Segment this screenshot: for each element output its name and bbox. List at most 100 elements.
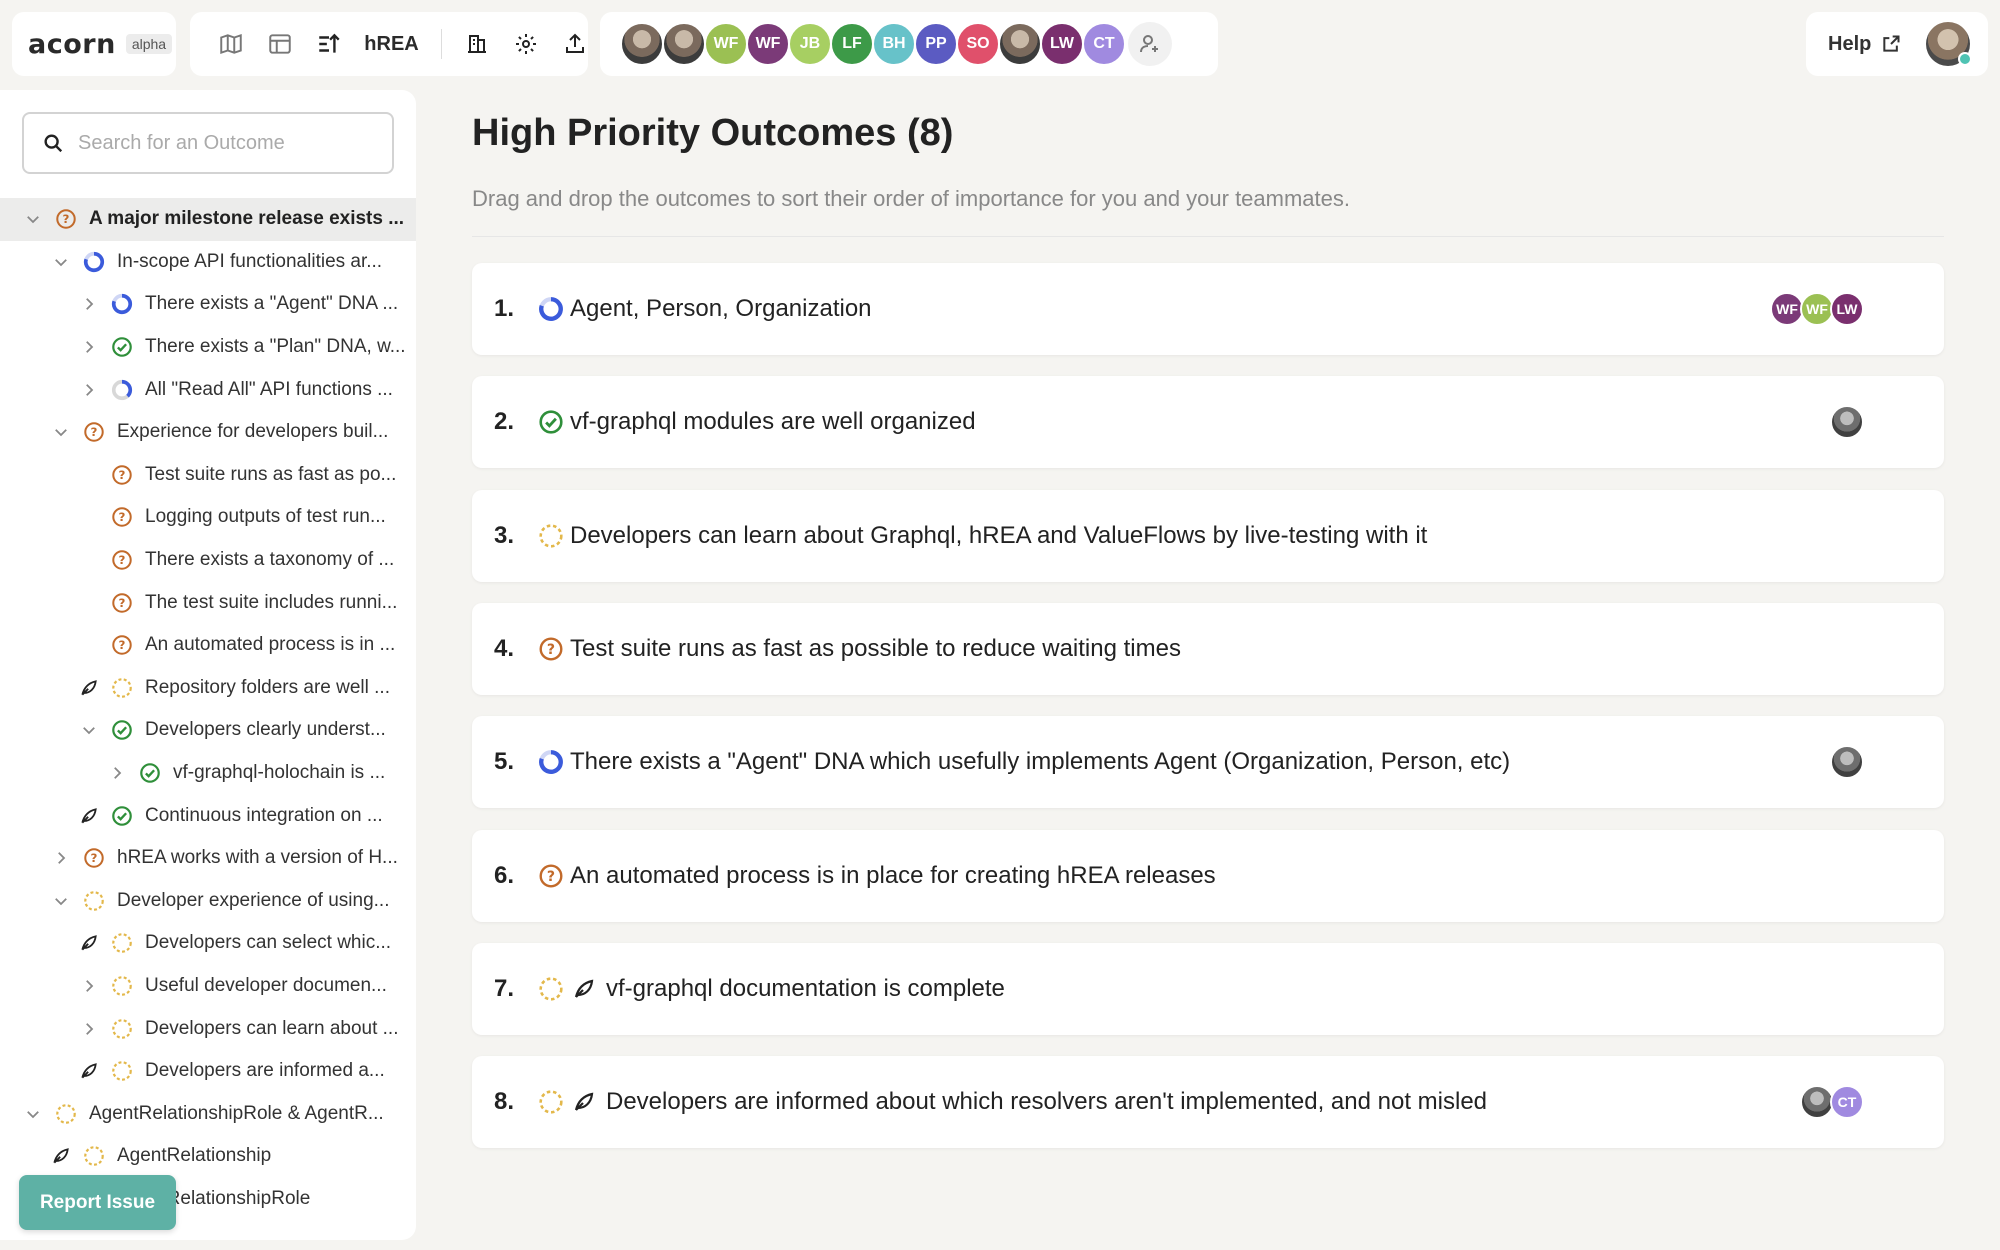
help-box: Help <box>1806 12 1988 76</box>
tree-item[interactable]: Developer experience of using... <box>0 880 416 923</box>
priority-outcome-card[interactable]: 6.? An automated process is in place for … <box>472 829 1944 922</box>
report-issue-button[interactable]: Report Issue <box>19 1175 176 1230</box>
priority-outcome-card[interactable]: 5. There exists a "Agent" DNA which usefu… <box>472 716 1944 809</box>
priority-outcome-card[interactable]: 8. Developers are informed about which re… <box>472 1056 1944 1149</box>
status-notachieved-icon <box>111 1018 133 1040</box>
chevron-down-icon[interactable] <box>23 209 43 229</box>
priority-outcome-card[interactable]: 2. vf-graphql modules are well organized <box>472 376 1944 469</box>
settings-gear-icon[interactable] <box>512 30 539 58</box>
chevron-right-icon[interactable] <box>79 294 99 314</box>
tree-item[interactable]: Developers can select whic... <box>0 922 416 965</box>
tree-item[interactable]: There exists a "Agent" DNA ... <box>0 283 416 326</box>
search-input[interactable] <box>78 131 378 155</box>
chevron-right-icon[interactable] <box>79 337 99 357</box>
assignee-avatar[interactable] <box>1830 745 1864 780</box>
tree-item[interactable]: ? Logging outputs of test run... <box>0 496 416 539</box>
member-avatar[interactable]: LW <box>1040 22 1084 66</box>
outcome-title[interactable]: There exists a "Agent" DNA which usefull… <box>570 748 1510 776</box>
tree-item[interactable]: vf-graphql-holochain is ... <box>0 752 416 795</box>
chevron-down-icon[interactable] <box>51 891 71 911</box>
project-home-icon[interactable] <box>464 30 491 58</box>
member-avatar[interactable]: BH <box>872 22 916 66</box>
chevron-down-icon[interactable] <box>51 422 71 442</box>
outcome-title[interactable]: An automated process is in place for cre… <box>570 862 1216 890</box>
project-name[interactable]: hREA <box>364 33 418 56</box>
status-uncertain-icon: ? <box>111 506 133 528</box>
tree-item-label: vf-graphql-holochain is ... <box>173 762 386 784</box>
tree-item[interactable]: ? There exists a taxonomy of ... <box>0 539 416 582</box>
outcome-sidebar: ? A major milestone release exists ... In-… <box>0 90 416 1240</box>
export-upload-icon[interactable] <box>561 30 588 58</box>
outcome-title[interactable]: vf-graphql documentation is complete <box>606 975 1005 1003</box>
tree-item[interactable]: AgentRelationship <box>0 1135 416 1178</box>
member-avatar[interactable]: PP <box>914 22 958 66</box>
tree-item[interactable]: ? The test suite includes runni... <box>0 581 416 624</box>
assignee-avatar[interactable]: CT <box>1830 1085 1864 1120</box>
priority-view-icon[interactable] <box>316 30 343 58</box>
priority-outcome-card[interactable]: 3. Developers can learn about Graphql, hR… <box>472 489 1944 582</box>
chevron-right-icon[interactable] <box>51 848 71 868</box>
tree-item-label: Developers clearly underst... <box>145 719 386 741</box>
member-avatar[interactable]: SO <box>956 22 1000 66</box>
svg-text:?: ? <box>119 511 126 525</box>
tree-item[interactable]: ? An automated process is in ... <box>0 624 416 667</box>
tree-item[interactable]: AgentRelationshipRole & AgentR... <box>0 1092 416 1135</box>
tree-item[interactable]: All "Read All" API functions ... <box>0 368 416 411</box>
search-icon <box>42 132 64 154</box>
status-partial-small-icon <box>111 379 133 401</box>
tree-item-label: The test suite includes runni... <box>145 591 398 613</box>
chevron-down-icon[interactable] <box>79 720 99 740</box>
chevron-right-icon[interactable] <box>79 380 99 400</box>
tree-item[interactable]: ? hREA works with a version of H... <box>0 837 416 880</box>
assignee-avatar[interactable]: WF <box>1770 292 1804 326</box>
leaf-icon <box>51 1146 71 1166</box>
status-achieved-icon <box>111 336 133 358</box>
outcome-title[interactable]: Agent, Person, Organization <box>570 295 872 323</box>
assignee-avatar[interactable] <box>1830 405 1864 440</box>
assignee-avatar[interactable]: LW <box>1830 292 1864 326</box>
member-avatar[interactable] <box>620 22 664 66</box>
member-avatar[interactable]: CT <box>1082 22 1126 66</box>
outcome-title[interactable]: Developers can learn about Graphql, hREA… <box>570 522 1427 550</box>
tree-item[interactable]: Repository folders are well ... <box>0 667 416 710</box>
member-avatar[interactable] <box>998 22 1042 66</box>
status-notachieved-icon <box>111 1060 133 1082</box>
leaf-icon <box>572 1090 596 1114</box>
tree-item[interactable]: Continuous integration on ... <box>0 794 416 837</box>
member-avatar[interactable]: WF <box>704 22 748 66</box>
outcome-title[interactable]: Test suite runs as fast as possible to r… <box>570 635 1181 663</box>
member-avatar[interactable]: WF <box>746 22 790 66</box>
priority-outcome-card[interactable]: 7. vf-graphql documentation is complete <box>472 942 1944 1035</box>
tree-item[interactable]: ? Test suite runs as fast as po... <box>0 454 416 497</box>
app-logo[interactable]: acorn <box>28 29 116 60</box>
project-members: WF WF JB LF BH PP SO LW CT <box>600 12 1218 76</box>
chevron-down-icon[interactable] <box>23 1104 43 1124</box>
member-avatar[interactable]: JB <box>788 22 832 66</box>
assignee-avatar[interactable]: WF <box>1800 292 1834 326</box>
help-link[interactable]: Help <box>1828 33 1871 56</box>
outcome-title[interactable]: vf-graphql modules are well organized <box>570 408 976 436</box>
tree-item[interactable]: Developers clearly underst... <box>0 709 416 752</box>
assignee-avatar[interactable] <box>1800 1085 1834 1120</box>
tree-item[interactable]: ? Experience for developers buil... <box>0 411 416 454</box>
table-view-icon[interactable] <box>267 30 294 58</box>
member-avatar[interactable]: LF <box>830 22 874 66</box>
tree-item[interactable]: In-scope API functionalities ar... <box>0 241 416 284</box>
external-link-icon[interactable] <box>1881 34 1901 54</box>
tree-item[interactable]: ? A major milestone release exists ... <box>0 198 416 241</box>
svg-text:?: ? <box>119 638 126 652</box>
chevron-right-icon[interactable] <box>79 1019 99 1039</box>
chevron-right-icon[interactable] <box>107 763 127 783</box>
chevron-down-icon[interactable] <box>51 252 71 272</box>
add-member-icon[interactable] <box>1128 22 1172 66</box>
member-avatar[interactable] <box>662 22 706 66</box>
tree-item[interactable]: Developers are informed a... <box>0 1050 416 1093</box>
map-view-icon[interactable] <box>218 30 245 58</box>
tree-item[interactable]: Developers can learn about ... <box>0 1007 416 1050</box>
priority-outcome-card[interactable]: 1. Agent, Person, Organization WF WF LW <box>472 263 1944 355</box>
chevron-right-icon[interactable] <box>79 976 99 996</box>
outcome-title[interactable]: Developers are informed about which reso… <box>606 1088 1487 1116</box>
tree-item[interactable]: There exists a "Plan" DNA, w... <box>0 326 416 369</box>
tree-item[interactable]: Useful developer documen... <box>0 965 416 1008</box>
priority-outcome-card[interactable]: 4.? Test suite runs as fast as possible t… <box>472 602 1944 695</box>
